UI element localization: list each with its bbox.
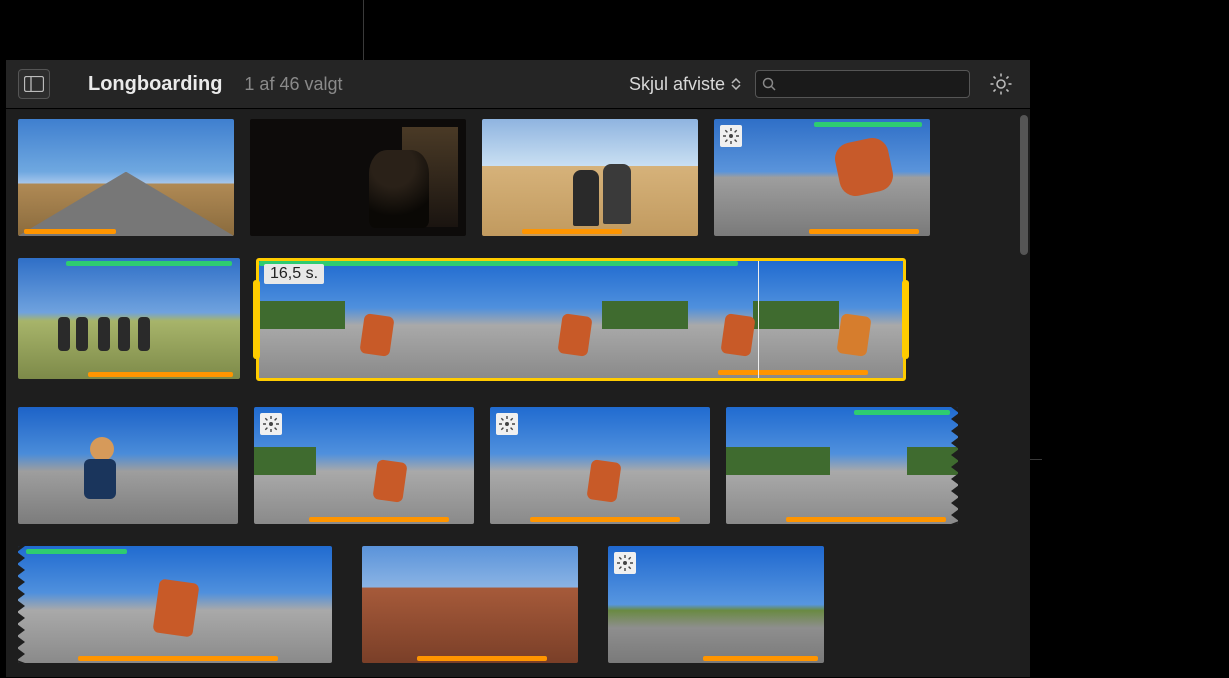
used-range-marker <box>522 229 622 234</box>
keyword-badge-icon <box>263 416 279 432</box>
clip-row: 16,5 s. <box>18 258 1018 381</box>
media-browser-panel: Longboarding 1 af 46 valgt Skjul afviste <box>6 60 1030 678</box>
sidebar-toggle-icon <box>24 76 44 92</box>
used-range-marker <box>718 370 868 375</box>
library-title: Longboarding <box>88 73 222 96</box>
clip-thumbnail[interactable] <box>254 407 474 524</box>
used-range-marker <box>88 372 233 377</box>
clip-thumbnail[interactable] <box>482 119 698 236</box>
clip-thumbnail[interactable] <box>490 407 710 524</box>
clip-row <box>18 407 1018 524</box>
favorite-marker <box>26 549 127 554</box>
clip-row <box>18 119 1018 236</box>
selection-handle-left[interactable] <box>253 280 260 359</box>
duration-label: 16,5 s. <box>264 264 324 284</box>
keyword-badge <box>720 125 742 147</box>
filter-label: Skjul afviste <box>629 74 725 95</box>
scrollbar-thumb[interactable] <box>1020 115 1028 255</box>
clip-thumbnail[interactable] <box>362 546 578 663</box>
filter-dropdown[interactable]: Skjul afviste <box>629 74 741 95</box>
keyword-badge-icon <box>617 555 633 571</box>
used-range-marker <box>78 656 278 661</box>
clip-row <box>18 546 1018 663</box>
search-field[interactable] <box>755 70 970 98</box>
keyword-badge-icon <box>499 416 515 432</box>
clip-thumbnail[interactable] <box>18 546 332 663</box>
selection-count: 1 af 46 valgt <box>244 74 342 95</box>
gear-icon <box>989 72 1013 96</box>
clip-browser: 16,5 s. <box>6 109 1030 678</box>
used-range-marker <box>703 656 818 661</box>
clip-thumbnail[interactable] <box>18 258 240 379</box>
selection-handle-right[interactable] <box>902 280 909 359</box>
sidebar-toggle-button[interactable] <box>18 69 50 99</box>
clip-thumbnail[interactable] <box>714 119 930 236</box>
filmstrip-continues-icon <box>951 407 958 524</box>
used-range-marker <box>809 229 919 234</box>
favorite-marker <box>66 261 232 266</box>
used-range-marker <box>24 229 116 234</box>
used-range-marker <box>309 517 449 522</box>
favorite-marker <box>259 261 738 266</box>
clip-thumbnail[interactable] <box>18 119 234 236</box>
selected-clip[interactable]: 16,5 s. <box>256 258 906 381</box>
used-range-marker <box>786 517 946 522</box>
keyword-badge-icon <box>723 128 739 144</box>
keyword-badge <box>496 413 518 435</box>
keyword-badge <box>614 552 636 574</box>
search-input[interactable] <box>776 71 963 97</box>
search-icon <box>762 77 776 91</box>
used-range-marker <box>417 656 547 661</box>
clip-thumbnail[interactable] <box>18 407 238 524</box>
favorite-marker <box>814 122 922 127</box>
toolbar: Longboarding 1 af 46 valgt Skjul afviste <box>6 60 1030 109</box>
keyword-badge <box>260 413 282 435</box>
clip-thumbnail[interactable] <box>608 546 824 663</box>
favorite-marker <box>854 410 950 415</box>
used-range-marker <box>530 517 680 522</box>
filmstrip-continues-icon <box>18 546 25 663</box>
playhead[interactable] <box>758 261 759 378</box>
clip-thumbnail[interactable] <box>250 119 466 236</box>
selected-clip-filmstrip <box>259 261 903 378</box>
clip-thumbnail[interactable] <box>726 407 958 524</box>
settings-button[interactable] <box>984 69 1018 99</box>
chevron-up-down-icon <box>731 78 741 90</box>
